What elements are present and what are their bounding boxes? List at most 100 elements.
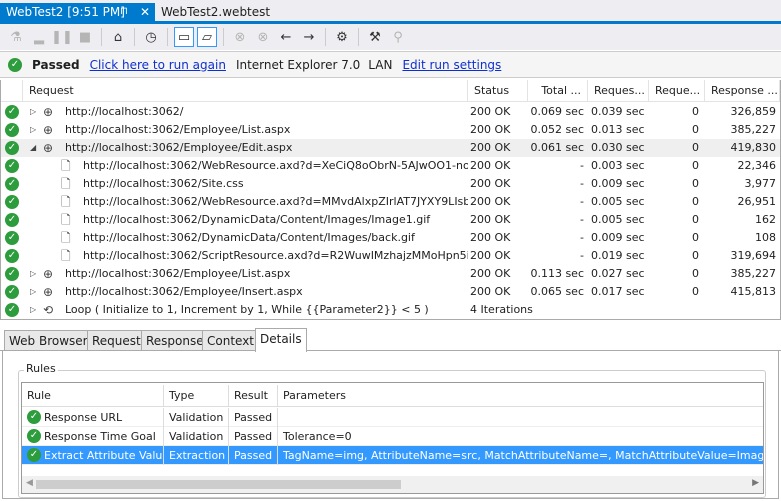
scroll-right-icon[interactable]: ▶ bbox=[752, 478, 759, 488]
request-results-grid: Request Status Total ... Reques... Reque… bbox=[0, 80, 781, 320]
attach-icon[interactable]: ⚲ bbox=[388, 27, 408, 47]
status: 200 OK bbox=[470, 141, 511, 154]
column-header-status[interactable]: Status bbox=[468, 80, 528, 102]
request-url: http://localhost:3062/ bbox=[65, 105, 184, 118]
column-header-result[interactable]: Result bbox=[229, 385, 278, 407]
expand-icon[interactable]: ▷ bbox=[30, 103, 36, 121]
tab-context[interactable]: Context bbox=[202, 330, 260, 351]
collapse-icon[interactable]: ◢ bbox=[30, 139, 36, 157]
request-count: 0 bbox=[692, 249, 699, 262]
request-count: 0 bbox=[692, 267, 699, 280]
rule-name: Extract Attribute Value bbox=[22, 446, 164, 465]
request-row[interactable]: ✓ 🗋 http://localhost:3062/ScriptResource.… bbox=[1, 247, 780, 265]
close-icon[interactable]: ✕ bbox=[140, 3, 150, 21]
request-row[interactable]: ✓ ▷ ⊕ http://localhost:3062/Employee/List.… bbox=[1, 121, 780, 139]
expand-icon[interactable]: ▷ bbox=[30, 283, 36, 301]
folder-open-icon[interactable]: ▱ bbox=[197, 27, 217, 47]
tab-web-browser[interactable]: Web Browser bbox=[4, 330, 93, 351]
response-size: 319,694 bbox=[730, 249, 777, 262]
request-url: http://localhost:3062/Employee/List.aspx bbox=[65, 267, 291, 280]
run-test-icon[interactable]: ⚗ bbox=[6, 27, 26, 47]
column-header-rule[interactable]: Rule bbox=[22, 385, 164, 407]
rule-row[interactable]: Extract Attribute Value ✓ Extraction Pas… bbox=[22, 446, 763, 465]
request-url: http://localhost:3062/Employee/List.aspx bbox=[65, 123, 291, 136]
generate-code-icon[interactable]: ⚒ bbox=[365, 27, 385, 47]
arrow-left-icon[interactable]: ← bbox=[276, 27, 296, 47]
run-result: Passed bbox=[32, 57, 80, 72]
rule-type: Validation bbox=[164, 427, 229, 446]
run-again-link[interactable]: Click here to run again bbox=[90, 58, 226, 72]
column-header-response-size[interactable]: Response ... bbox=[705, 80, 780, 102]
total-time: - bbox=[580, 159, 584, 172]
arrow-right-icon[interactable]: → bbox=[299, 27, 319, 47]
request-count: 0 bbox=[692, 177, 699, 190]
stop-icon[interactable]: ■ bbox=[75, 27, 95, 47]
web-page-icon: ⊕ bbox=[43, 123, 54, 137]
request-time: 0.017 sec bbox=[591, 285, 645, 298]
expand-icon[interactable]: ▷ bbox=[30, 265, 36, 283]
toolbar-separator bbox=[358, 28, 359, 46]
request-row[interactable]: ✓ 🗋 http://localhost:3062/DynamicData/Con… bbox=[1, 211, 780, 229]
request-row[interactable]: ✓ 🗋 http://localhost:3062/WebResource.axd… bbox=[1, 193, 780, 211]
record-icon[interactable]: ⚙ bbox=[332, 27, 352, 47]
pause-icon[interactable]: ❚❚ bbox=[51, 27, 73, 47]
total-time: - bbox=[580, 195, 584, 208]
rule-type: Extraction bbox=[164, 446, 229, 465]
tab-request[interactable]: Request bbox=[87, 330, 146, 351]
rule-row[interactable]: Response Time Goal ✓ Validation Passed T… bbox=[22, 427, 763, 446]
passed-icon: ✓ bbox=[5, 141, 19, 155]
request-row[interactable]: ✓ ▷ ⊕ http://localhost:3062/Employee/Inser… bbox=[1, 283, 780, 301]
response-size: 385,227 bbox=[730, 123, 777, 136]
tab-webtest2-webtest[interactable]: WebTest2.webtest bbox=[155, 3, 276, 21]
folder-icon[interactable]: ▭ bbox=[174, 27, 194, 47]
step-icon[interactable]: ▂ bbox=[29, 27, 49, 47]
tab-webtest2-results[interactable]: WebTest2 [9:51 PM] ⊓ ✕ bbox=[0, 3, 155, 21]
column-header-request-time[interactable]: Reques... bbox=[588, 80, 649, 102]
request-count: 0 bbox=[692, 105, 699, 118]
clock-icon[interactable]: ◷ bbox=[141, 27, 161, 47]
column-header-parameters[interactable]: Parameters bbox=[278, 385, 763, 407]
total-time: 0.061 sec bbox=[530, 141, 584, 154]
browser-settings-icon[interactable]: ⌂ bbox=[108, 27, 128, 47]
response-size: 22,346 bbox=[737, 159, 777, 172]
request-time: 0.003 sec bbox=[591, 159, 645, 172]
column-header-request[interactable]: Request bbox=[23, 80, 468, 102]
column-header-type[interactable]: Type bbox=[164, 385, 229, 407]
request-row[interactable]: ✓ ▷ ⟲ Loop ( Initialize to 1, Increment by… bbox=[1, 301, 780, 319]
expand-icon[interactable]: ▷ bbox=[30, 121, 36, 139]
edit-run-settings-link[interactable]: Edit run settings bbox=[402, 58, 501, 72]
horizontal-scrollbar[interactable]: ◀ ▶ bbox=[22, 476, 763, 493]
request-time: 0.005 sec bbox=[591, 195, 645, 208]
tab-details[interactable]: Details bbox=[255, 328, 307, 352]
request-row[interactable]: ✓ 🗋 http://localhost:3062/WebResource.axd… bbox=[1, 157, 780, 175]
remove-icon[interactable]: ⊗ bbox=[230, 27, 250, 47]
rule-result: Passed bbox=[229, 408, 278, 427]
pin-icon[interactable]: ⊓ bbox=[120, 3, 128, 21]
total-time: - bbox=[580, 231, 584, 244]
toolbar-separator bbox=[167, 28, 168, 46]
total-time: - bbox=[580, 177, 584, 190]
column-header-request-count[interactable]: Reque... bbox=[649, 80, 705, 102]
rule-row[interactable]: Response URL ✓ Validation Passed bbox=[22, 408, 763, 427]
request-row[interactable]: ✓ ▷ ⊕ http://localhost:3062/ 200 OK 0.069 … bbox=[1, 103, 780, 121]
tab-response[interactable]: Response bbox=[141, 330, 209, 351]
request-row[interactable]: ✓ ▷ ⊕ http://localhost:3062/Employee/List.… bbox=[1, 265, 780, 283]
request-time: 0.013 sec bbox=[591, 123, 645, 136]
request-count: 0 bbox=[692, 231, 699, 244]
status: 200 OK bbox=[470, 267, 511, 280]
rule-type: Validation bbox=[164, 408, 229, 427]
request-row[interactable]: ✓ 🗋 http://localhost:3062/DynamicData/Con… bbox=[1, 229, 780, 247]
column-header-total-time[interactable]: Total ... bbox=[528, 80, 588, 102]
total-time: 0.052 sec bbox=[530, 123, 584, 136]
expand-icon[interactable]: ▷ bbox=[30, 301, 36, 319]
request-row[interactable]: ✓ 🗋 http://localhost:3062/Site.css 200 OK… bbox=[1, 175, 780, 193]
scroll-left-icon[interactable]: ◀ bbox=[26, 478, 33, 488]
passed-icon: ✓ bbox=[5, 105, 19, 119]
passed-icon: ✓ bbox=[5, 213, 19, 227]
request-url: Loop ( Initialize to 1, Increment by 1, … bbox=[65, 303, 429, 316]
scrollbar-thumb[interactable] bbox=[36, 480, 401, 489]
passed-icon: ✓ bbox=[27, 429, 41, 443]
request-row[interactable]: ✓ ◢ ⊕ http://localhost:3062/Employee/Edit.… bbox=[1, 139, 780, 157]
response-size: 385,227 bbox=[730, 267, 777, 280]
remove-all-icon[interactable]: ⊗ bbox=[253, 27, 273, 47]
